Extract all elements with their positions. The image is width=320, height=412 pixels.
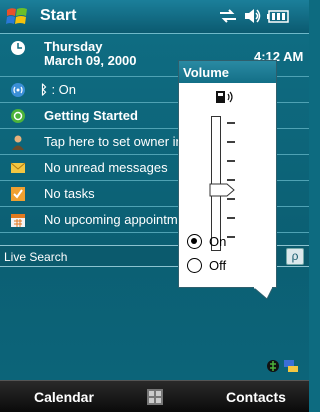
radio-off-dot[interactable] (187, 258, 202, 273)
radio-on-label: On (209, 234, 227, 249)
start-label[interactable]: Start (40, 7, 76, 25)
volume-on-radio[interactable]: On (187, 233, 267, 251)
live-search-label: Live Search (4, 250, 68, 264)
windows-flag-icon[interactable] (4, 4, 30, 30)
messages-label: No unread messages (44, 160, 168, 175)
date-text: Thursday March 09, 2000 (44, 40, 137, 68)
search-button[interactable]: ρ (286, 248, 304, 265)
date-full: March 09, 2000 (44, 53, 137, 68)
contacts-softkey[interactable]: Contacts (226, 389, 286, 405)
calendar-softkey[interactable]: Calendar (34, 389, 94, 405)
tasks-icon (11, 187, 25, 201)
bluetooth-label: : On (51, 82, 77, 97)
tasks-label: No tasks (44, 186, 95, 201)
date-weekday: Thursday (44, 39, 103, 54)
volume-off-radio[interactable]: Off (187, 257, 267, 275)
bluetooth-status: ᛒ : On (40, 82, 76, 97)
title-bar: Start (0, 0, 309, 34)
phone-volume-icon (216, 91, 233, 103)
volume-ticks (227, 122, 235, 238)
getting-started-label: Getting Started (44, 108, 138, 123)
clock-icon (11, 41, 25, 55)
radio-off-label: Off (209, 258, 227, 273)
calendar-icon (11, 214, 25, 227)
battery-icon[interactable] (266, 6, 290, 26)
softkey-bar: Calendar Contacts (0, 380, 309, 412)
wireless-icon[interactable] (10, 82, 26, 98)
owner-icon (12, 135, 24, 150)
keyboard-icon[interactable] (146, 388, 164, 406)
envelope-icon (10, 162, 26, 173)
popup-pointer (253, 287, 273, 299)
system-tray (214, 6, 294, 28)
volume-popup: Volume On Off (178, 60, 277, 288)
connectivity-icon[interactable] (218, 6, 238, 26)
volume-title: Volume (179, 61, 276, 83)
speaker-icon[interactable] (242, 6, 262, 26)
bluetooth-icon: ᛒ (40, 82, 48, 97)
radio-on-dot[interactable] (187, 234, 202, 249)
getting-started-icon (11, 109, 25, 123)
status-tray-icons[interactable] (264, 357, 304, 375)
